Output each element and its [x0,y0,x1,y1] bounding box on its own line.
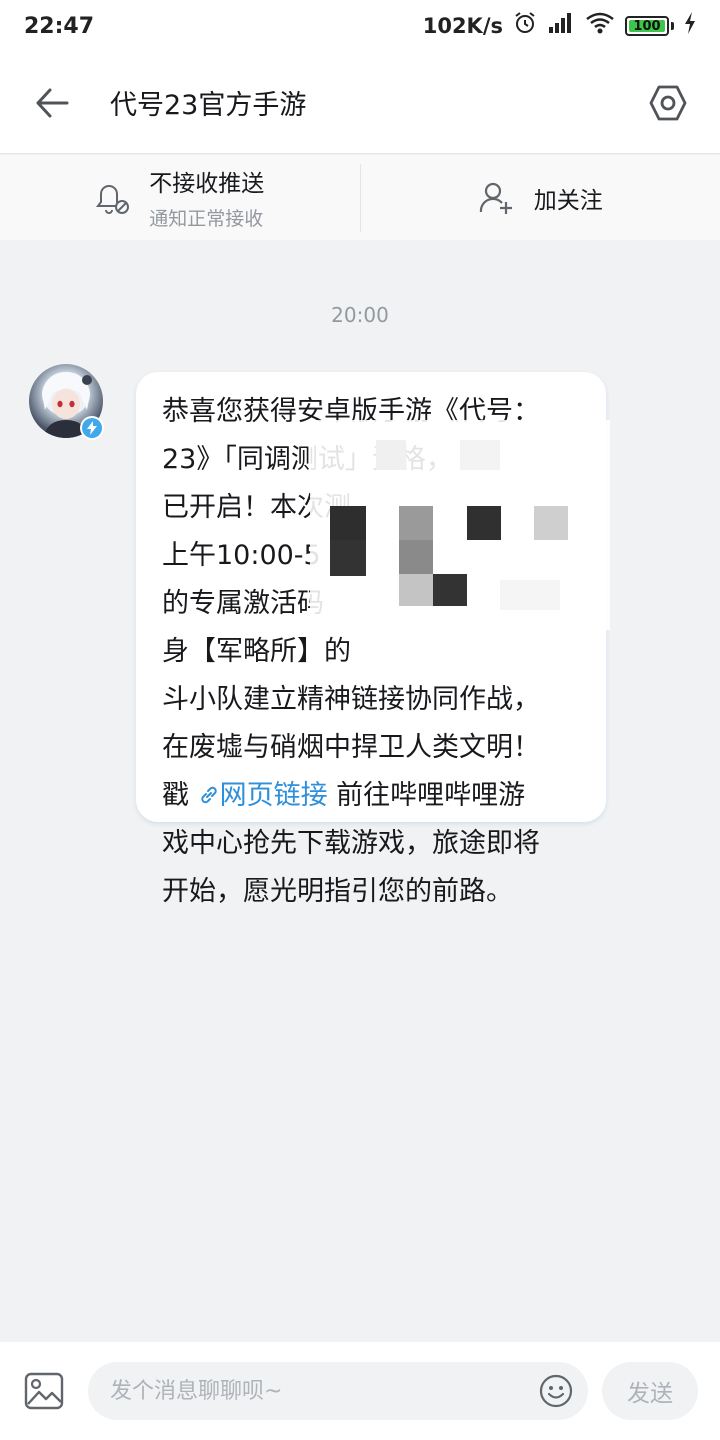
image-icon [24,1372,64,1410]
image-button[interactable] [0,1342,88,1440]
message-line: 上午10:00-5 [162,540,321,571]
message-line: 在废墟与硝烟中捍卫人类文明！ [162,732,540,763]
message-bubble: 恭喜您获得安卓版手游《代号： 23》「同调测试」资格， 已开启！本次测 上午10… [136,372,606,907]
top-nav: 代号23官方手游 [0,52,720,154]
follow-label: 加关注 [533,187,603,214]
follow-button[interactable]: 加关注 [361,155,720,240]
push-text-block: 不接收推送 通知正常接收 [149,164,264,231]
push-title: 不接收推送 [149,171,265,197]
web-link[interactable]: 网页链接 [198,780,328,811]
message-input[interactable] [110,1378,536,1404]
message-line: 开始，愿光明指引您的前路。 [162,876,513,907]
bell-off-icon [96,184,130,214]
message-line: 斗小队建立精神链接协同作战， [162,684,540,715]
message-input-container [88,1362,588,1420]
message-line: 身【军略所】的 [162,636,351,667]
add-user-icon [479,182,512,214]
battery-cap [671,22,674,30]
message-line: 恭喜您获得安卓版手游《代号： [162,396,540,427]
hexagon-settings-icon [649,85,687,120]
message-line: 的专属激活码 [162,588,324,619]
page-title: 代号23官方手游 [110,90,307,121]
alarm-icon [513,11,537,41]
link-prefix: 戳 [162,780,189,811]
signal-icon [547,11,575,41]
charging-icon [684,12,696,40]
actions-bar: 不接收推送 通知正常接收 加关注 [0,155,720,240]
status-bar: 22:47 102K/s 100 [0,0,720,52]
message-line: 戏中心抢先下载游戏，旅途即将 [162,828,540,859]
link-icon [200,786,217,804]
net-speed: 102K/s [422,14,503,38]
message-timestamp: 20:00 [331,303,389,327]
message-line-with-link: 戳 网页链接 前往哔哩哔哩游 [162,772,584,820]
link-text: 网页链接 [219,780,328,811]
settings-button[interactable] [616,52,720,154]
lightning-icon [82,418,102,438]
message-line: 已开启！本次测 [162,492,351,523]
verified-badge [80,416,104,440]
arrow-left-icon [36,88,69,117]
battery-text: 100 [633,18,661,34]
status-icons: 102K/s 100 [423,11,696,41]
status-time: 22:47 [24,13,95,39]
back-button[interactable] [0,52,104,154]
send-button[interactable]: 发送 [602,1362,698,1420]
message-line: 23》「同调测试」资格， [162,444,453,475]
push-subtitle: 通知正常接收 [149,208,264,230]
battery-icon: 100 [625,16,669,36]
wifi-icon [585,11,615,41]
emoji-button[interactable] [536,1371,576,1411]
link-suffix: 前往哔哩哔哩游 [327,780,526,811]
push-setting-button[interactable]: 不接收推送 通知正常接收 [0,155,360,240]
input-bar: 发送 [0,1342,720,1440]
emoji-icon [539,1374,573,1408]
